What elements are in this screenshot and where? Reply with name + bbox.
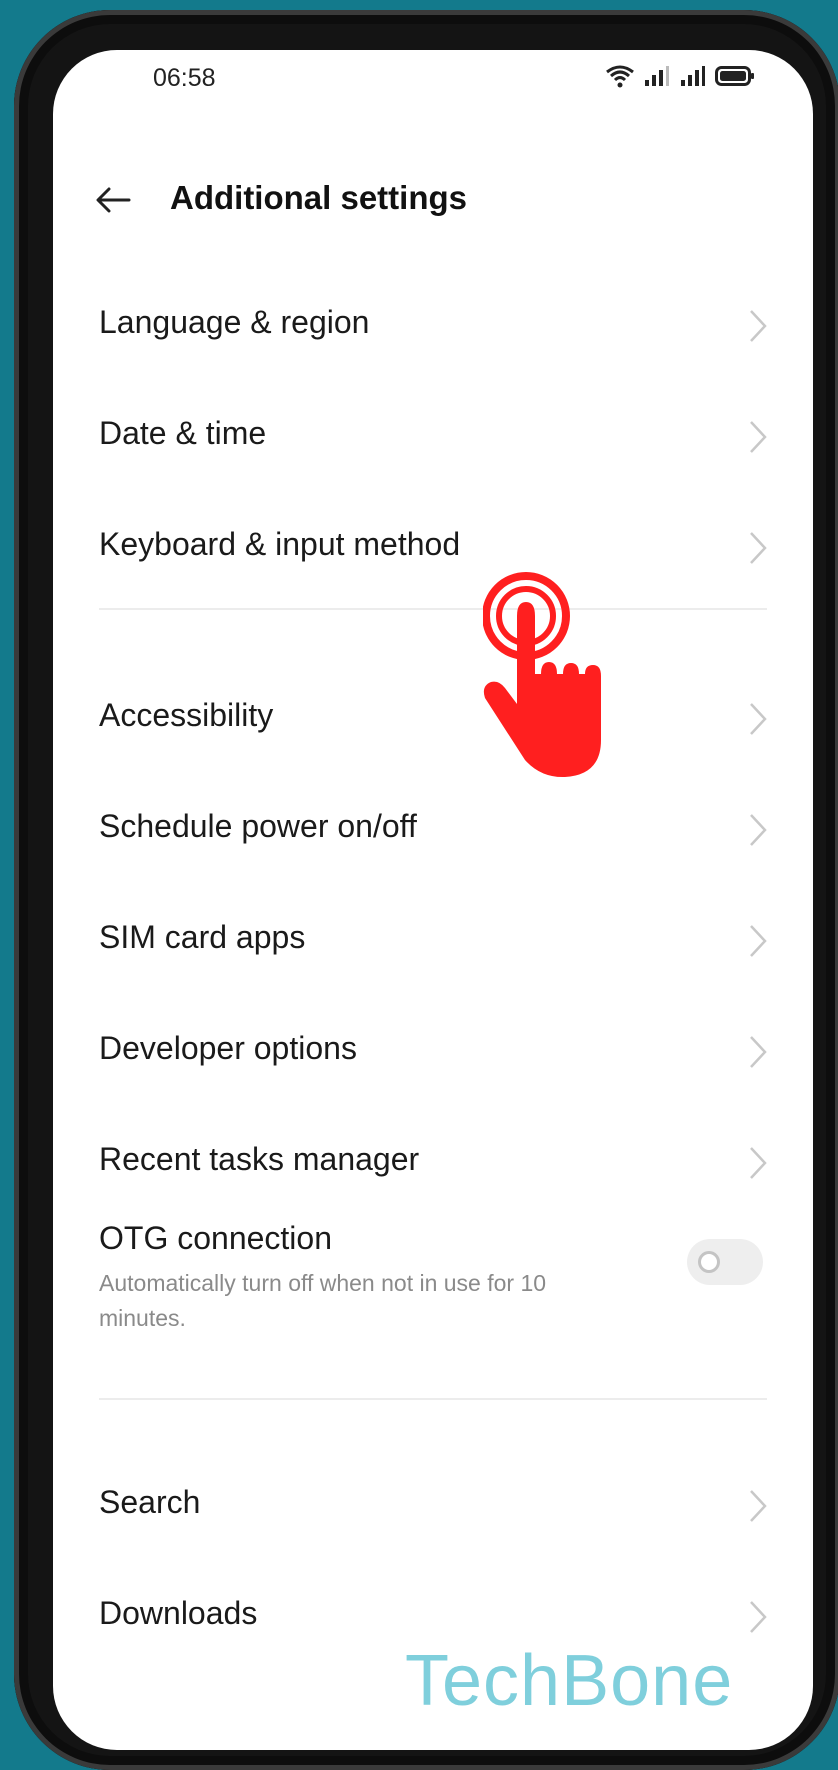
section-divider <box>99 1398 767 1400</box>
setting-label: Recent tasks manager <box>99 1141 420 1177</box>
setting-otg-connection: OTG connection Automatically turn off wh… <box>53 1220 813 1360</box>
chevron-right-icon <box>750 310 767 342</box>
otg-description: Automatically turn off when not in use f… <box>99 1270 547 1331</box>
otg-label: OTG connection <box>99 1220 332 1256</box>
setting-label: Date & time <box>99 415 267 451</box>
setting-label: Schedule power on/off <box>99 808 417 844</box>
page-title: Additional settings <box>170 179 467 216</box>
chevron-right-icon <box>750 1601 767 1633</box>
arrow-left-icon[interactable] <box>93 180 133 220</box>
setting-schedule-power[interactable]: Schedule power on/off <box>53 804 813 914</box>
setting-label: Search <box>99 1484 201 1520</box>
chevron-right-icon <box>750 703 767 735</box>
setting-accessibility[interactable]: Accessibility <box>53 693 813 803</box>
setting-label: Developer options <box>99 1030 357 1066</box>
setting-keyboard-input[interactable]: Keyboard & input method <box>53 522 813 632</box>
signal-icon <box>645 66 669 86</box>
setting-search[interactable]: Search <box>53 1480 813 1590</box>
tap-hand-icon <box>483 572 601 778</box>
chevron-right-icon <box>750 814 767 846</box>
toggle-knob <box>698 1251 720 1273</box>
setting-label: Accessibility <box>99 697 274 733</box>
header: Additional settings <box>53 160 813 240</box>
chevron-right-icon <box>750 421 767 453</box>
status-bar: 06:58 <box>53 50 813 130</box>
phone-screen: 06:58 Additional settings Language & reg… <box>53 50 813 1750</box>
setting-language-region[interactable]: Language & region <box>53 300 813 410</box>
battery-icon <box>715 66 754 86</box>
chevron-right-icon <box>750 532 767 564</box>
chevron-right-icon <box>750 1036 767 1068</box>
chevron-right-icon <box>750 1490 767 1522</box>
setting-date-time[interactable]: Date & time <box>53 411 813 521</box>
setting-label: Language & region <box>99 304 370 340</box>
setting-label: Keyboard & input method <box>99 526 461 562</box>
otg-toggle[interactable] <box>687 1239 763 1285</box>
setting-developer-options[interactable]: Developer options <box>53 1026 813 1136</box>
signal-icon <box>681 66 705 86</box>
setting-label: SIM card apps <box>99 919 306 955</box>
setting-label: Downloads <box>99 1595 258 1631</box>
section-divider <box>99 608 767 610</box>
wifi-icon <box>606 65 634 88</box>
setting-sim-card-apps[interactable]: SIM card apps <box>53 915 813 1025</box>
status-icons <box>605 64 755 88</box>
chevron-right-icon <box>750 1147 767 1179</box>
status-time: 06:58 <box>153 64 216 92</box>
chevron-right-icon <box>750 925 767 957</box>
techbone-watermark: TechBone <box>405 1641 734 1721</box>
